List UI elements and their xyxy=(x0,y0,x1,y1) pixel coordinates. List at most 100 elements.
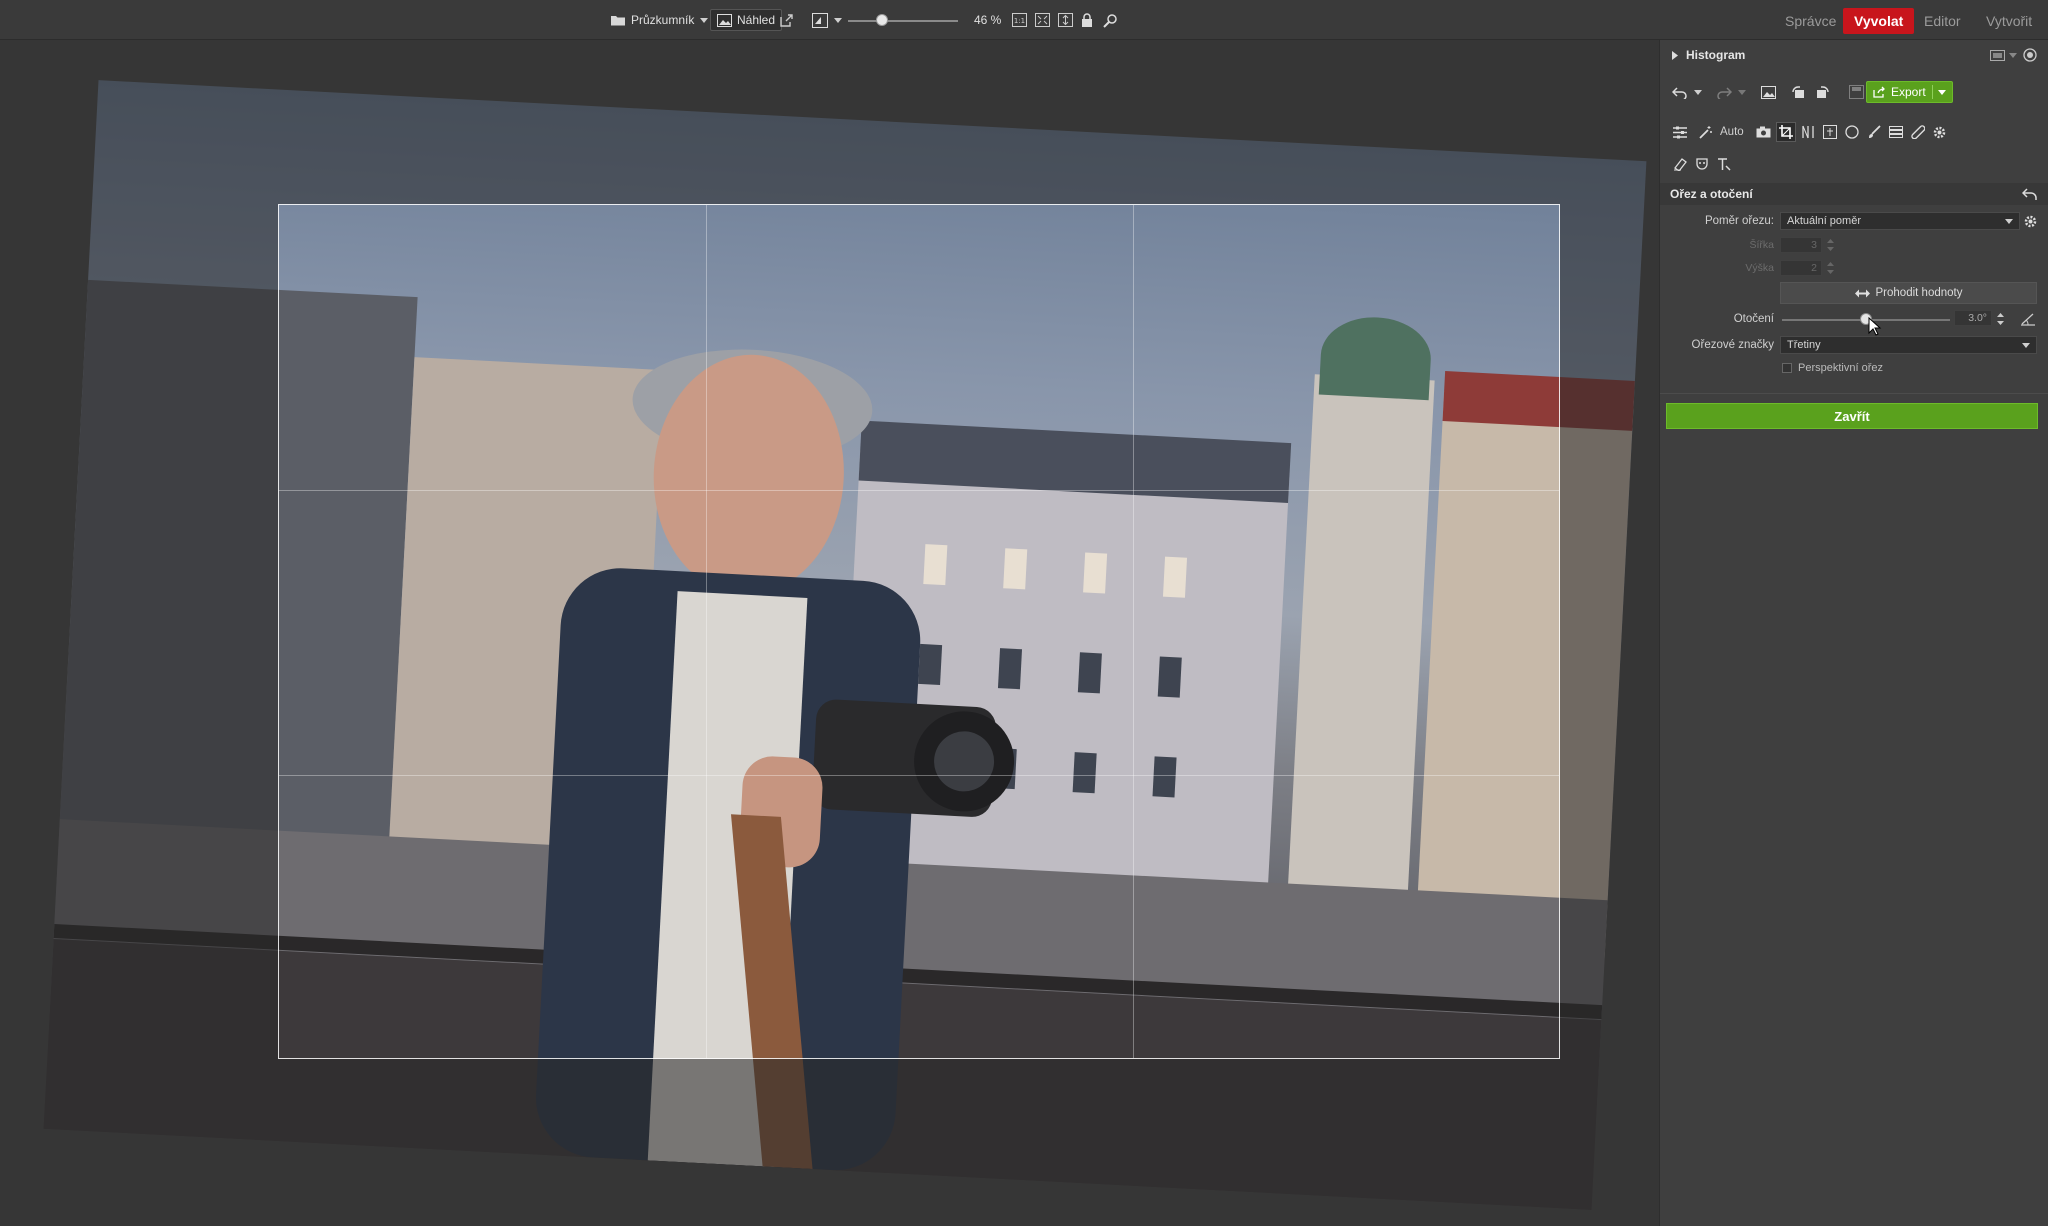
rotation-label-row: Otočení xyxy=(1660,310,1774,328)
perspective-checkbox[interactable]: Perspektivní ořez xyxy=(1782,360,1883,376)
zoom-value: 46 % xyxy=(974,13,1002,27)
history-toolbar xyxy=(1670,80,1878,104)
external-link-icon xyxy=(779,13,794,28)
histogram-title: Histogram xyxy=(1686,48,1746,62)
mouse-cursor-icon xyxy=(1868,317,1882,336)
folder-icon xyxy=(610,13,626,27)
crop-frame[interactable] xyxy=(278,204,1560,1059)
close-button[interactable]: Zavřít xyxy=(1666,403,2038,429)
marks-label-row: Ořezové značky xyxy=(1660,336,1774,354)
adjustments-icon[interactable] xyxy=(1670,122,1690,142)
marks-select[interactable]: Třetiny xyxy=(1780,336,2037,354)
chevron-right-icon xyxy=(1672,50,1678,60)
chevron-down-icon xyxy=(700,17,709,23)
fit-screen-icon xyxy=(1035,13,1050,27)
open-external-button[interactable] xyxy=(779,9,794,31)
rotate-left-icon[interactable] xyxy=(1788,82,1808,102)
ratio-settings-button[interactable] xyxy=(2023,212,2038,230)
tab-spravce[interactable]: Správce xyxy=(1774,8,1847,34)
zoom-slider-thumb[interactable] xyxy=(876,14,888,26)
width-label-row: Šířka xyxy=(1660,237,1774,253)
chevron-down-icon[interactable] xyxy=(1937,89,1946,95)
tools-row-2 xyxy=(1670,152,1734,176)
crop-icon[interactable] xyxy=(1775,122,1796,142)
export-label: Export xyxy=(1891,85,1926,99)
chevron-down-icon[interactable] xyxy=(1694,89,1702,95)
divider xyxy=(1660,393,2048,394)
ratio-label-row: Poměr ořezu: xyxy=(1660,212,1774,230)
crop-guide-horizontal xyxy=(279,775,1559,776)
top-toolbar: Průzkumník Náhled 46 % 1:1 Správce Vyvol… xyxy=(0,0,2048,40)
width-spinner[interactable] xyxy=(1827,237,1834,253)
tools-row-1: Auto xyxy=(1670,120,1950,144)
fit-height-button[interactable] xyxy=(1058,9,1073,31)
height-input[interactable]: 2 xyxy=(1780,260,1822,276)
spinner-arrows-icon xyxy=(1997,312,2004,326)
text-icon[interactable] xyxy=(1714,154,1734,174)
image-canvas[interactable] xyxy=(0,40,1659,1226)
magic-wand-icon[interactable] xyxy=(1696,122,1716,142)
image-icon xyxy=(717,13,732,27)
chevron-down-icon[interactable] xyxy=(1738,89,1746,95)
zoom-search-icon xyxy=(1103,13,1118,28)
swap-arrows-icon xyxy=(1854,289,1870,298)
perspective-label: Perspektivní ořez xyxy=(1798,362,1883,374)
save-icon[interactable] xyxy=(1846,82,1866,102)
histogram-header[interactable]: Histogram xyxy=(1672,43,1745,67)
tab-vytvorit[interactable]: Vytvořit xyxy=(1975,8,2043,34)
undo-icon[interactable] xyxy=(1670,82,1690,102)
width-input[interactable]: 3 xyxy=(1780,237,1822,253)
redo-icon[interactable] xyxy=(1714,82,1734,102)
fit-height-icon xyxy=(1058,13,1073,27)
crop-shade-left xyxy=(0,204,278,1059)
original-image-icon[interactable] xyxy=(1758,82,1778,102)
histogram-mode-icon xyxy=(1990,49,2005,61)
navigator-button[interactable] xyxy=(1103,9,1118,31)
tab-editor[interactable]: Editor xyxy=(1913,8,1972,34)
crop-shade-right xyxy=(1560,204,1659,1059)
width-label: Šířka xyxy=(1749,239,1774,251)
compare-button[interactable] xyxy=(812,9,842,31)
swap-values-button[interactable]: Prohodit hodnoty xyxy=(1780,282,2037,304)
ratio-select[interactable]: Aktuální poměr xyxy=(1780,212,2020,230)
export-button[interactable]: Export xyxy=(1866,81,1953,103)
chevron-down-icon xyxy=(2009,52,2017,58)
histogram-mode-button[interactable] xyxy=(1990,45,2017,65)
perspective-icon[interactable] xyxy=(1798,122,1818,142)
auto-button[interactable]: Auto xyxy=(1720,126,1744,138)
section-reset-button[interactable] xyxy=(2022,185,2037,203)
eraser-icon[interactable] xyxy=(1670,154,1690,174)
rotation-input[interactable]: 3.0° xyxy=(1954,310,1992,326)
marks-label: Ořezové značky xyxy=(1691,339,1774,351)
healing-icon[interactable] xyxy=(1908,122,1928,142)
lock-button[interactable] xyxy=(1081,9,1093,31)
spinner-arrows-icon xyxy=(1827,261,1834,275)
fit-screen-button[interactable] xyxy=(1035,9,1050,31)
zoom-slider-track[interactable] xyxy=(848,20,958,22)
explorer-button[interactable]: Průzkumník xyxy=(604,9,714,31)
straighten-button[interactable] xyxy=(2020,310,2036,328)
gear-icon[interactable] xyxy=(1930,122,1950,142)
gradient-icon[interactable] xyxy=(1886,122,1906,142)
rotation-spinner[interactable] xyxy=(1997,311,2004,327)
histogram-settings-button[interactable] xyxy=(2023,46,2037,64)
straighten-icon xyxy=(2020,312,2036,326)
brush-icon[interactable] xyxy=(1864,122,1884,142)
lens-correction-icon[interactable] xyxy=(1820,122,1840,142)
camera-icon[interactable] xyxy=(1754,122,1774,142)
chevron-down-icon xyxy=(2005,218,2013,224)
ratio-value: Aktuální poměr xyxy=(1787,215,1861,227)
tab-vyvolat[interactable]: Vyvolat xyxy=(1843,8,1915,34)
checkbox-box[interactable] xyxy=(1782,363,1792,373)
right-panel: Histogram Export Auto Ořez a otočení Pom… xyxy=(1659,40,2048,1226)
circle-icon[interactable] xyxy=(1842,122,1862,142)
height-spinner[interactable] xyxy=(1827,260,1834,276)
preview-button[interactable]: Náhled xyxy=(710,9,783,31)
preview-label: Náhled xyxy=(737,13,776,27)
rotate-right-icon[interactable] xyxy=(1812,82,1832,102)
spinner-arrows-icon xyxy=(1827,238,1834,252)
height-label-row: Výška xyxy=(1660,260,1774,276)
ratio-label: Poměr ořezu: xyxy=(1704,215,1774,227)
zoom-1-1-button[interactable]: 1:1 xyxy=(1012,9,1027,31)
mask-icon[interactable] xyxy=(1692,154,1712,174)
